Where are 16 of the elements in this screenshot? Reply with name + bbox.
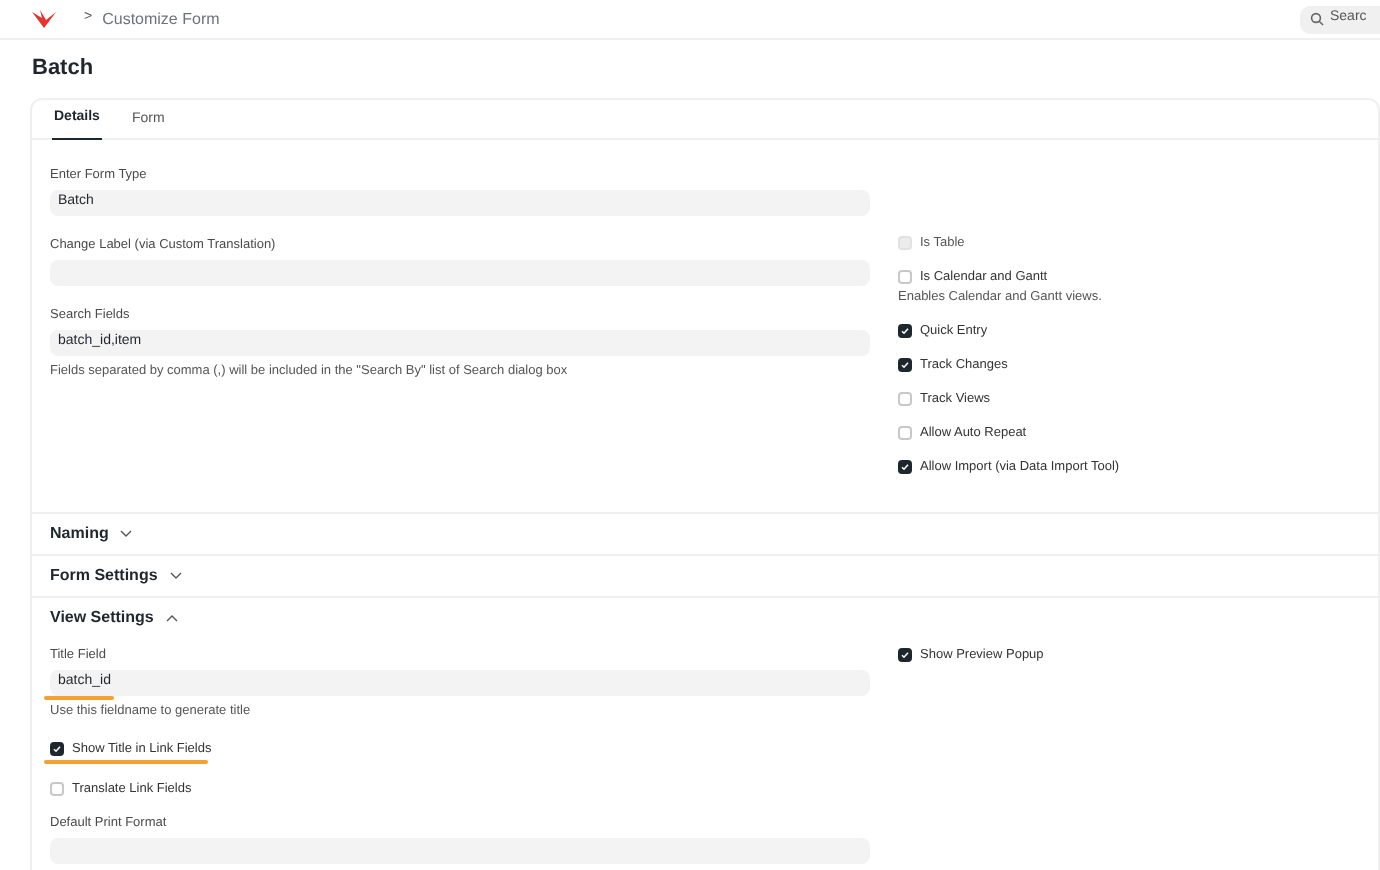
section-header[interactable]: Form Settings — [50, 556, 182, 596]
checkbox[interactable] — [898, 426, 912, 440]
section-header[interactable]: View Settings — [50, 598, 178, 638]
page-title: Batch — [32, 54, 96, 82]
checkbox[interactable] — [898, 392, 912, 406]
checkbox[interactable] — [898, 324, 912, 338]
checkbox[interactable] — [50, 742, 64, 756]
checkbox[interactable] — [898, 270, 912, 284]
search-icon — [1310, 12, 1324, 26]
breadcrumb-link[interactable]: Customize Form — [102, 7, 220, 31]
checkbox[interactable] — [898, 648, 912, 662]
checkbox[interactable] — [898, 358, 912, 372]
checkbox[interactable] — [898, 460, 912, 474]
logo-icon[interactable] — [32, 10, 56, 28]
section-header[interactable]: Naming — [50, 514, 133, 554]
checkbox[interactable] — [50, 782, 64, 796]
